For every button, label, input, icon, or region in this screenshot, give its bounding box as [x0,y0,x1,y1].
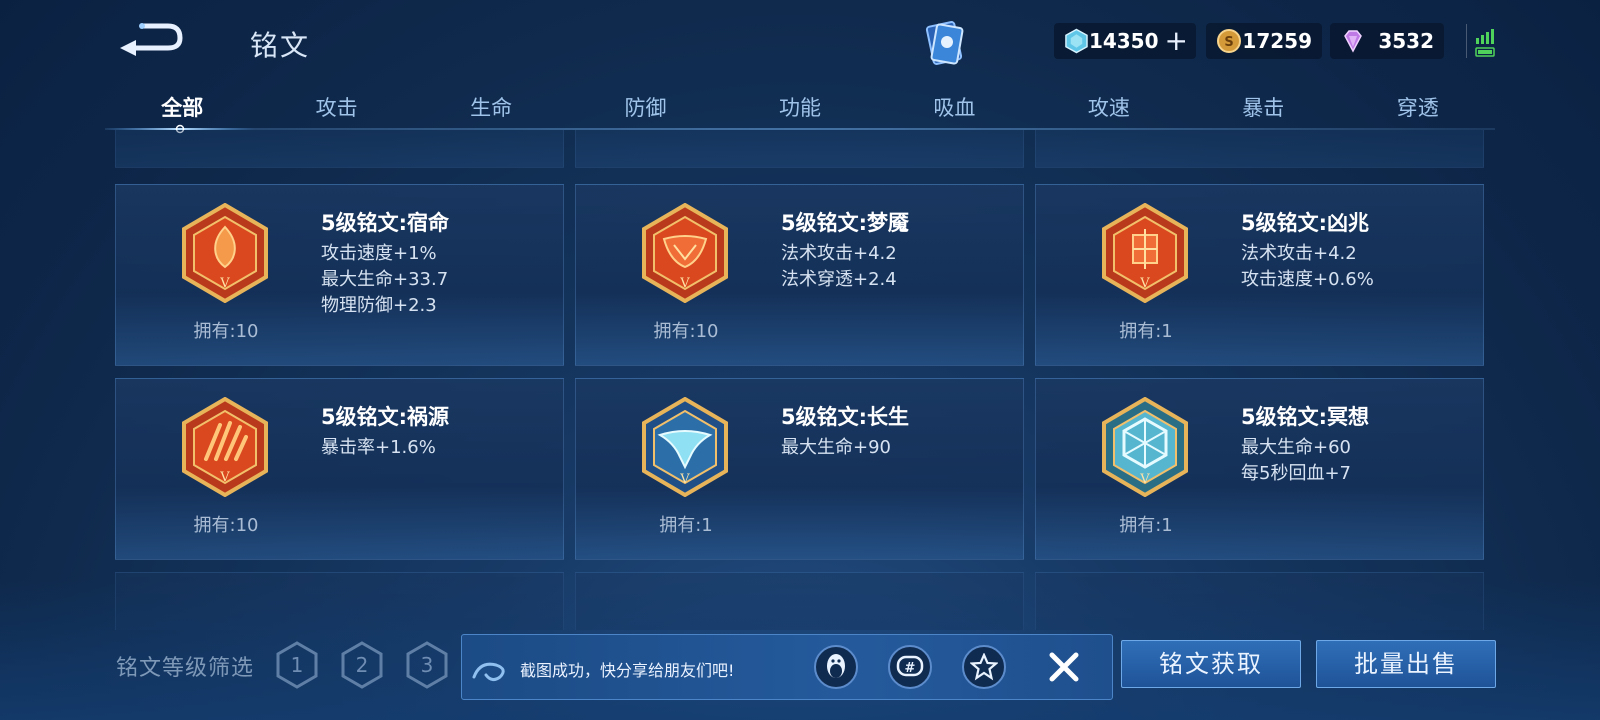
level-filter-label: 铭文等级筛选 [116,656,255,681]
rune-meditation-emblem-icon: V [1102,397,1188,497]
qq-penguin-icon [827,654,845,678]
rune-omen-emblem-icon: V [1102,203,1188,303]
rune-card[interactable]: V 5级铭文:祸源 暴击率+1.6% 拥有:10 [115,378,564,560]
back-arrow-icon [120,23,183,56]
rune-stat: 法术攻击+4.2 [1241,243,1357,264]
share-wechat-button[interactable]: # [888,645,932,689]
rune-stat: 最大生命+60 [1241,437,1351,458]
page-title: 铭文 [250,29,311,62]
qzone-star-icon [970,653,998,681]
rune-stats: 攻击速度+1% 最大生命+33.7 物理防御+2.3 [321,241,448,319]
diamond-balance: 14350 + [1054,23,1196,59]
gold-coin-icon: S [1217,29,1241,53]
rune-fate-emblem-icon: V [182,203,268,303]
gem-value: 3532 [1378,29,1434,53]
rune-stat: 最大生命+33.7 [321,269,449,290]
gold-value: 17259 [1242,29,1312,53]
rune-grid: V 5级铭文:宿命 攻击速度+1% 最大生命+33.7 物理防御+2.3 拥有:… [115,130,1485,630]
add-diamond-button[interactable]: + [1165,27,1188,55]
diamond-crystal-icon [1065,28,1088,54]
level-filter-label-text: 3 [421,653,434,677]
rune-card[interactable]: V 5级铭文:长生 最大生命+90 拥有:1 [575,378,1024,560]
rune-owned-count: 拥有:10 [193,321,259,342]
rune-owned-count: 拥有:10 [653,321,719,342]
rune-stat: 每5秒回血+7 [1241,463,1351,484]
svg-text:V: V [1139,472,1150,487]
toast-message: 截图成功，快分享给朋友们吧! [520,661,735,680]
rune-stat: 法术攻击+4.2 [781,243,897,264]
tab-attack[interactable]: 攻击 [259,86,413,130]
divider [1466,24,1467,58]
gem-balance: 3532 [1330,23,1444,59]
rune-nightmare-emblem-icon: V [642,203,728,303]
rune-longevity-emblem-icon: V [642,397,728,497]
level-filter-3[interactable]: 3 [404,640,450,690]
rune-name: 5级铭文:梦魇 [781,211,910,235]
share-qq-button[interactable] [814,645,858,689]
tab-attack-speed[interactable]: 攻速 [1032,86,1186,130]
category-tabs: 全部 攻击 生命 防御 功能 吸血 攻速 暴击 穿透 [105,86,1495,130]
rune-name: 5级铭文:宿命 [321,211,450,235]
rune-card[interactable]: V 5级铭文:梦魇 法术攻击+4.2 法术穿透+2.4 拥有:10 [575,184,1024,366]
rune-stat: 最大生命+90 [781,437,891,458]
tab-crit[interactable]: 暴击 [1186,86,1340,130]
svg-text:V: V [219,276,230,291]
wechat-icon: # [896,655,924,677]
tab-penetration[interactable]: 穿透 [1341,86,1495,130]
svg-text:#: # [905,661,916,676]
tab-health[interactable]: 生命 [414,86,568,130]
rune-name: 5级铭文:冥想 [1241,405,1370,429]
rune-owned-count: 拥有:10 [193,515,259,536]
svg-text:V: V [1139,276,1150,291]
rune-get-button[interactable]: 铭文获取 [1121,640,1301,688]
rune-name: 5级铭文:祸源 [321,405,450,429]
gold-balance: S 17259 [1206,23,1322,59]
rune-stat: 攻击速度+1% [321,243,437,264]
rune-card[interactable]: V 5级铭文:宿命 攻击速度+1% 最大生命+33.7 物理防御+2.3 拥有:… [115,184,564,366]
level-filter-2[interactable]: 2 [339,640,385,690]
level-filter-label-text: 1 [291,653,304,677]
rune-stat: 暴击率+1.6% [321,437,436,458]
rune-stats: 最大生命+90 [781,435,891,461]
rune-owned-count: 拥有:1 [659,515,713,536]
svg-text:V: V [679,472,690,487]
svg-text:V: V [679,276,690,291]
tab-lifesteal[interactable]: 吸血 [877,86,1031,130]
level-filter-label-text: 2 [356,653,369,677]
rune-stats: 法术攻击+4.2 法术穿透+2.4 [781,241,897,293]
bulk-sell-button[interactable]: 批量出售 [1316,640,1496,688]
rune-card-partial[interactable] [1035,130,1484,168]
share-qzone-button[interactable] [962,645,1006,689]
rune-book-icon[interactable] [920,18,970,68]
rune-stat: 攻击速度+0.6% [1241,269,1374,290]
gem-icon [1344,30,1362,53]
rune-card-partial[interactable] [575,130,1024,168]
close-icon[interactable] [1042,645,1086,689]
rune-owned-count: 拥有:1 [1119,321,1173,342]
svg-text:V: V [219,470,230,485]
screenshot-share-toast: 截图成功，快分享给朋友们吧! # [461,634,1113,700]
rune-stats: 最大生命+60 每5秒回血+7 [1241,435,1351,487]
rune-card[interactable]: V 5级铭文:冥想 最大生命+60 每5秒回血+7 拥有:1 [1035,378,1484,560]
swirl-icon [472,662,505,682]
level-filter-1[interactable]: 1 [274,640,320,690]
diamond-value: 14350 [1088,29,1159,53]
rune-card[interactable]: V 5级铭文:凶兆 法术攻击+4.2 攻击速度+0.6% 拥有:1 [1035,184,1484,366]
back-button[interactable] [118,18,188,58]
rune-card-partial[interactable] [115,130,564,168]
tab-defense[interactable]: 防御 [568,86,722,130]
rune-stats: 法术攻击+4.2 攻击速度+0.6% [1241,241,1374,293]
rune-name: 5级铭文:凶兆 [1241,211,1370,235]
rune-stat: 法术穿透+2.4 [781,269,897,290]
svg-text:S: S [1224,35,1233,50]
rune-calamity-emblem-icon: V [182,397,268,497]
rune-stats: 暴击率+1.6% [321,435,436,461]
signal-battery-icon [1475,29,1495,57]
tab-utility[interactable]: 功能 [723,86,877,130]
rune-stat: 物理防御+2.3 [321,295,437,316]
rune-name: 5级铭文:长生 [781,405,910,429]
rune-owned-count: 拥有:1 [1119,515,1173,536]
